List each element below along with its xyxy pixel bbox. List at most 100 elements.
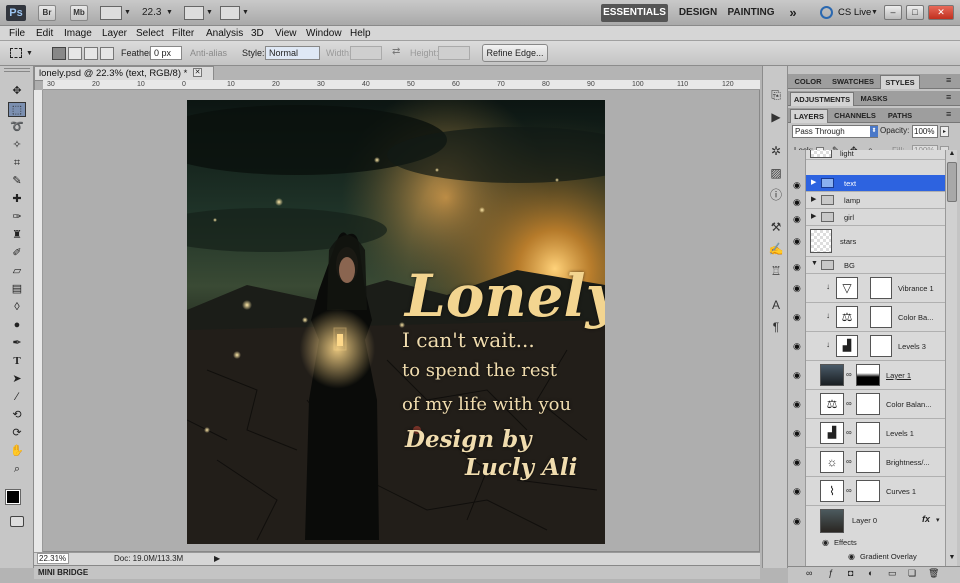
layer-row-selected[interactable]: ▶ text [806, 175, 945, 192]
fx-icon[interactable]: fx [922, 514, 930, 524]
hand-tool-icon[interactable]: ✋ [8, 444, 26, 459]
eye-icon[interactable]: ◉ [793, 341, 801, 352]
clone-source-panel-icon[interactable]: ♖ [768, 264, 784, 279]
paragraph-panel-icon[interactable]: ¶ [768, 320, 784, 335]
chevron-down-icon[interactable]: ▼ [242, 9, 249, 16]
menu-window[interactable]: Window [306, 26, 342, 41]
layer-row[interactable]: ∞ Layer 1 [806, 361, 945, 390]
foreground-color-swatch[interactable] [5, 489, 21, 505]
view-extras-button[interactable] [100, 6, 122, 20]
layer-row[interactable]: ▼ BG [806, 257, 945, 274]
layer-row[interactable]: ⌇ ∞ Curves 1 [806, 477, 945, 506]
layer-row[interactable]: ↓ ⚖ Color Ba... [806, 303, 945, 332]
chevron-down-icon[interactable]: ▼ [26, 50, 33, 57]
link-layers-icon[interactable]: ∞ [806, 567, 812, 580]
eye-icon[interactable]: ◉ [793, 457, 801, 468]
add-layer-style-icon[interactable]: ƒ [828, 567, 833, 580]
info-panel-icon[interactable]: ⓘ [768, 188, 784, 203]
style-select[interactable]: Normal [265, 46, 320, 60]
layers-scrollbar[interactable]: ▲ ▼ [945, 150, 957, 566]
menu-select[interactable]: Select [136, 26, 164, 41]
tab-channels[interactable]: CHANNELS [830, 109, 880, 123]
dodge-tool-icon[interactable]: ● [8, 318, 26, 333]
menu-help[interactable]: Help [350, 26, 371, 41]
menu-view[interactable]: View [275, 26, 297, 41]
link-icon[interactable]: ∞ [846, 457, 852, 466]
layer-row[interactable]: ▶ lamp [806, 192, 945, 209]
gradient-tool-icon[interactable]: ▤ [8, 282, 26, 297]
effect-item-row[interactable]: ◉ Gradient Overlay [806, 550, 945, 564]
expand-arrow-icon[interactable]: ▶ [811, 195, 816, 203]
eye-icon[interactable]: ◉ [793, 214, 801, 225]
eye-icon[interactable]: ◉ [793, 399, 801, 410]
tab-adjustments[interactable]: ADJUSTMENTS [790, 92, 854, 106]
subtract-from-selection-icon[interactable] [84, 47, 98, 60]
layer-row[interactable]: ▶ girl [806, 209, 945, 226]
document-canvas[interactable]: Lonely I can't wait... to spend the rest… [187, 100, 605, 544]
tool-presets-panel-icon[interactable]: ⚒ [768, 220, 784, 235]
layer-row[interactable]: ▟ ∞ Levels 1 [806, 419, 945, 448]
expand-arrow-icon[interactable]: ▶ [811, 212, 816, 220]
add-to-selection-icon[interactable] [68, 47, 82, 60]
history-panel-icon[interactable]: ⎘ [768, 88, 784, 103]
eraser-tool-icon[interactable]: ▱ [8, 264, 26, 279]
type-tool-icon[interactable]: T [8, 354, 26, 369]
collapse-arrow-icon[interactable]: ▼ [811, 260, 818, 267]
link-icon[interactable]: ∞ [846, 370, 852, 379]
more-workspaces-button[interactable]: » [784, 4, 802, 22]
swap-dimensions-icon[interactable]: ⇄ [392, 46, 400, 57]
toolbox-grip[interactable] [4, 68, 30, 72]
scroll-down-icon[interactable]: ▼ [947, 554, 957, 564]
new-group-icon[interactable]: ▭ [888, 567, 897, 580]
tab-swatches[interactable]: SWATCHES [828, 75, 878, 89]
eye-icon[interactable]: ◉ [793, 312, 801, 323]
layer-row[interactable]: light [806, 150, 945, 160]
expand-arrow-icon[interactable]: ▶ [811, 178, 816, 186]
layer-row[interactable]: ⚖ ∞ Color Balan... [806, 390, 945, 419]
zoom-dropdown-icon[interactable]: ▼ [166, 9, 173, 16]
layer-row[interactable]: Layer 0 fx ▾ [806, 506, 945, 536]
arrange-documents-button[interactable] [184, 6, 204, 20]
blend-mode-select[interactable]: Pass Through [792, 125, 878, 138]
eyedropper-tool-icon[interactable]: ✎ [8, 174, 26, 189]
chevron-down-icon[interactable]: ▼ [871, 9, 878, 16]
new-adjustment-layer-icon[interactable]: ◐ [868, 567, 873, 580]
panel-menu-icon[interactable]: ≡ [946, 92, 951, 102]
link-icon[interactable]: ∞ [846, 486, 852, 495]
eye-icon[interactable]: ◉ [793, 428, 801, 439]
workspace-painting[interactable]: PAINTING [726, 4, 776, 22]
new-layer-icon[interactable]: ❏ [908, 567, 916, 580]
move-tool-icon[interactable]: ✥ [8, 84, 26, 99]
layer-row[interactable]: ☼ ∞ Brightness/... [806, 448, 945, 477]
3d-panel-icon[interactable]: ✲ [768, 144, 784, 159]
eye-icon[interactable]: ◉ [793, 516, 801, 527]
blur-tool-icon[interactable]: ◊ [8, 300, 26, 315]
eye-icon[interactable]: ◉ [793, 197, 801, 208]
effects-eye-icon[interactable]: ◉ [822, 538, 829, 547]
zoom-tool-icon[interactable]: ⌕ [8, 462, 26, 477]
clone-stamp-tool-icon[interactable]: ♜ [8, 228, 26, 243]
3d-rotate-tool-icon[interactable]: ⟲ [8, 408, 26, 423]
chevron-down-icon[interactable]: ▼ [206, 9, 213, 16]
history-brush-tool-icon[interactable]: ✐ [8, 246, 26, 261]
eye-icon[interactable]: ◉ [793, 236, 801, 247]
actions-panel-icon[interactable]: ▶ [768, 110, 784, 125]
close-window-button[interactable]: ✕ [928, 5, 954, 20]
mini-bridge-panel-tab[interactable]: MINI BRIDGE [34, 565, 760, 579]
launch-bridge-button[interactable]: Br [38, 5, 56, 21]
effects-row[interactable]: ◉ Effects [806, 536, 945, 550]
menu-3d[interactable]: 3D [251, 26, 264, 41]
crop-tool-icon[interactable]: ⌗ [8, 156, 26, 171]
height-input[interactable] [438, 46, 470, 60]
expand-arrow-icon[interactable]: ▾ [936, 516, 940, 524]
layers-list[interactable]: light ▶ text ▶ lamp ▶ girl stars ▼ BG ↓ … [806, 150, 945, 566]
anti-alias-checkbox[interactable]: Anti-alias [190, 46, 227, 60]
pen-tool-icon[interactable]: ✒ [8, 336, 26, 351]
scrollbar-thumb[interactable] [947, 162, 957, 202]
tab-paths[interactable]: PATHS [882, 109, 918, 123]
brush-tool-icon[interactable]: ✑ [8, 210, 26, 225]
chevron-down-icon[interactable]: ▼ [124, 9, 131, 16]
eye-icon[interactable]: ◉ [793, 262, 801, 273]
opacity-input[interactable]: 100% [912, 125, 938, 138]
lasso-tool-icon[interactable]: ➰ [8, 120, 26, 135]
